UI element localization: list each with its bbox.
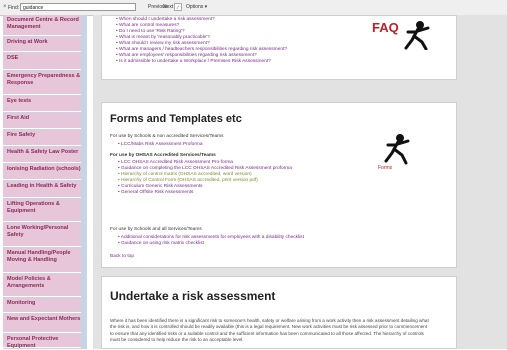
sidebar-item[interactable]: First Aid [3,113,81,129]
running-person-icon [404,21,430,51]
sidebar-item[interactable]: Leading in Health & Safety [3,181,81,198]
main-content: When should I undertake a risk assessmen… [93,15,507,349]
find-input[interactable]: guidance [20,3,136,11]
faq-logo-text: FAQ [372,20,399,35]
forms-list-all: Additional considerations for risk asses… [118,235,304,247]
find-bar: × Find: guidance Previous Next ∕ Options… [0,0,507,16]
sidebar-item[interactable]: Monitoring [3,298,81,313]
form-link[interactable]: General Offsite Risk Assessments [118,190,292,196]
forms-logo: Forms [378,133,410,171]
forms-list-ohsas: LCC OHSAS Accredited Risk Assessment Pro… [118,160,292,196]
sidebar-item[interactable]: Health & Safety Law Poster [3,147,81,163]
back-to-top-link[interactable]: Back to top [110,254,134,259]
forms-section-schools: For use by Schools & non accredited Serv… [110,134,224,139]
sidebar-item[interactable]: Emergency Preparedness & Response [3,71,81,95]
find-label: Find: [8,5,20,11]
faq-list: When should I undertake a risk assessmen… [116,17,287,65]
risk-title: Undertake a risk assessment [110,289,276,303]
find-next-button[interactable]: Next [163,4,173,10]
sidebar-item[interactable]: Lone Working/Personal Safety [3,223,81,247]
close-find-icon[interactable]: × [3,4,7,10]
forms-logo-text: Forms [378,165,393,171]
forms-list-schools: LCC/Mabs Risk Assessment Proforma [118,142,203,148]
sidebar-item[interactable]: Lifting Operations & Equipment [3,199,81,222]
highlighter-icon[interactable]: ∕ [174,3,182,11]
sidebar-item[interactable]: DSE [3,53,81,70]
sidebar-item[interactable]: New and Expectant Mothers [3,314,81,333]
faq-panel: When should I undertake a risk assessmen… [101,15,457,80]
forms-panel: Forms and Templates etc Forms For use by… [101,102,457,268]
running-person-icon [384,134,410,165]
sidebar-item[interactable]: Eye tests [3,96,81,112]
sidebar-item[interactable]: Model Policies & Arrangements [3,274,81,297]
faq-link[interactable]: Is it admissible to undertake a Workplac… [116,59,287,65]
forms-section-all: For use by Schools and all Services/Team… [110,227,202,232]
find-options-button[interactable]: Options ▾ [186,4,207,10]
sidebar-item[interactable]: Driving at Work [3,37,81,52]
risk-body: Where it has been identified there is a … [110,318,429,343]
form-link[interactable]: Guidance on using risk matrix checklist [118,241,304,247]
form-link[interactable]: LCC/Mabs Risk Assessment Proforma [118,142,203,148]
sidebar-nav: Document Centre & Record Management Drivi… [3,15,87,349]
forms-section-ohsas: For use by OHSAS Accredited Services/Tea… [110,153,216,158]
sidebar-item[interactable]: Personal Protective Equipment [3,334,81,349]
sidebar-item[interactable]: Document Centre & Record Management [3,15,81,36]
sidebar-item[interactable]: Fire Safety [3,130,81,146]
forms-title: Forms and Templates etc [110,113,242,125]
faq-logo: FAQ [372,20,430,55]
sidebar-item[interactable]: Ionising Radiation (schools) [3,164,81,180]
sidebar-item[interactable]: Manual Handling/People Moving & Handling [3,248,81,273]
risk-panel: Undertake a risk assessment Where it has… [101,276,457,349]
